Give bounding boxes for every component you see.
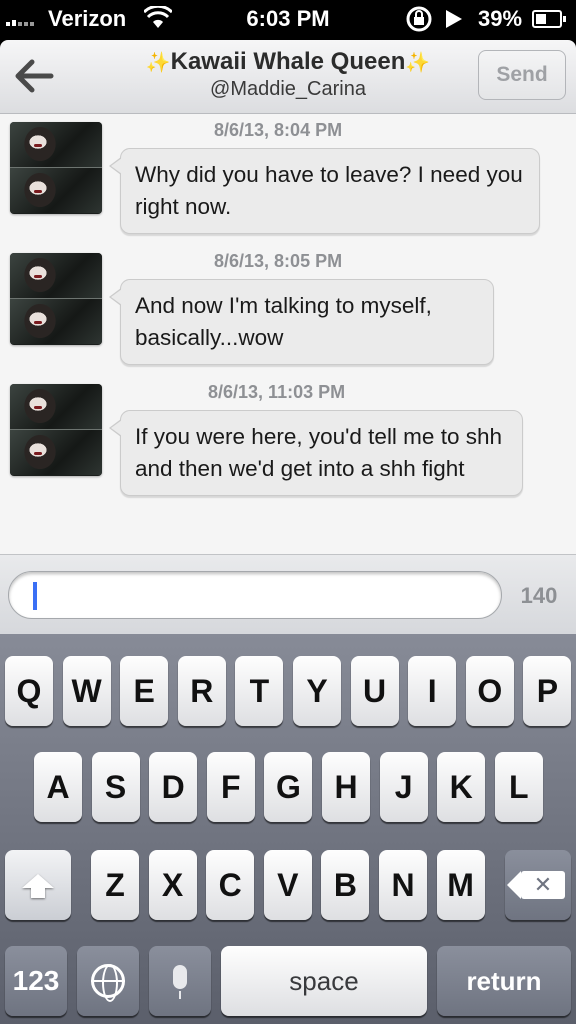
rotation-lock-icon (404, 4, 434, 40)
key-n[interactable]: N (379, 850, 427, 920)
key-x[interactable]: X (148, 850, 197, 920)
space-key[interactable]: space (221, 946, 427, 1016)
message-bubble[interactable]: And now I'm talking to myself, basically… (109, 279, 494, 365)
backspace-icon: ✕ (507, 871, 565, 899)
key-a[interactable]: A (34, 752, 82, 822)
sparkle-icon: ✨ (405, 52, 431, 74)
key-m[interactable]: M (436, 850, 485, 920)
message-timestamp: 8/6/13, 8:05 PM (214, 251, 343, 271)
globe-icon (91, 964, 125, 1002)
key-r[interactable]: R (177, 656, 226, 726)
message-bubble[interactable]: Why did you have to leave? I need you ri… (109, 148, 540, 234)
key-j[interactable]: J (379, 752, 428, 822)
key-e[interactable]: E (120, 656, 169, 726)
contact-name: Kawaii Whale Queen (170, 48, 406, 75)
key-t[interactable]: T (235, 656, 284, 726)
character-count: 140 (520, 583, 558, 608)
key-s[interactable]: S (91, 752, 140, 822)
avatar[interactable] (10, 122, 102, 214)
message-timestamp: 8/6/13, 8:04 PM (214, 120, 343, 140)
microphone-icon (173, 965, 187, 999)
back-arrow-icon (15, 59, 54, 93)
message-timestamp: 8/6/13, 11:03 PM (208, 382, 346, 402)
key-v[interactable]: V (263, 850, 312, 920)
key-h[interactable]: H (322, 752, 370, 822)
battery-percent: 39% (478, 6, 523, 31)
message-input[interactable] (8, 571, 502, 619)
contact-handle: @Maddie_Carina (210, 78, 366, 100)
numbers-key[interactable]: 123 (5, 946, 67, 1016)
keyboard: ✕ 123 space return QWERTYUIOP ASDFGHJKL ZX… (0, 634, 576, 1024)
key-b[interactable]: B (321, 850, 370, 920)
conversation-title: ✨Kawaii Whale Queen✨ (100, 48, 476, 76)
status-bar: Verizon 6:03 PM 39% (0, 0, 576, 40)
key-w[interactable]: W (62, 656, 111, 726)
avatar[interactable] (10, 384, 102, 476)
key-q[interactable]: Q (5, 656, 53, 726)
conversation-header: ✨Kawaii Whale Queen✨ @Maddie_Carina Send (0, 40, 576, 114)
key-l[interactable]: L (494, 752, 543, 822)
key-u[interactable]: U (350, 656, 399, 726)
send-button[interactable]: Send (478, 50, 566, 100)
key-c[interactable]: C (206, 850, 255, 920)
avatar[interactable] (10, 253, 102, 345)
key-z[interactable]: Z (91, 850, 139, 920)
shift-icon (22, 874, 54, 898)
globe-key[interactable] (77, 946, 139, 1016)
sparkle-icon: ✨ (145, 52, 171, 74)
key-p[interactable]: P (523, 656, 572, 726)
text-cursor (33, 582, 37, 610)
shift-key[interactable] (5, 850, 71, 920)
return-key[interactable]: return (437, 946, 571, 1016)
key-d[interactable]: D (149, 752, 198, 822)
key-f[interactable]: F (206, 752, 255, 822)
message-bubble[interactable]: If you were here, you'd tell me to shh a… (109, 410, 523, 496)
battery-icon (532, 10, 566, 28)
key-k[interactable]: K (437, 752, 486, 822)
back-button[interactable] (12, 54, 56, 98)
message-thread[interactable]: 8/6/13, 8:04 PM Why did you have to leav… (0, 114, 576, 554)
dictation-key[interactable] (149, 946, 211, 1016)
key-g[interactable]: G (264, 752, 313, 822)
backspace-key[interactable]: ✕ (505, 850, 571, 920)
play-icon (446, 10, 462, 28)
key-i[interactable]: I (408, 656, 457, 726)
compose-bar: 140 (0, 554, 576, 634)
key-y[interactable]: Y (293, 656, 341, 726)
key-o[interactable]: O (465, 656, 514, 726)
